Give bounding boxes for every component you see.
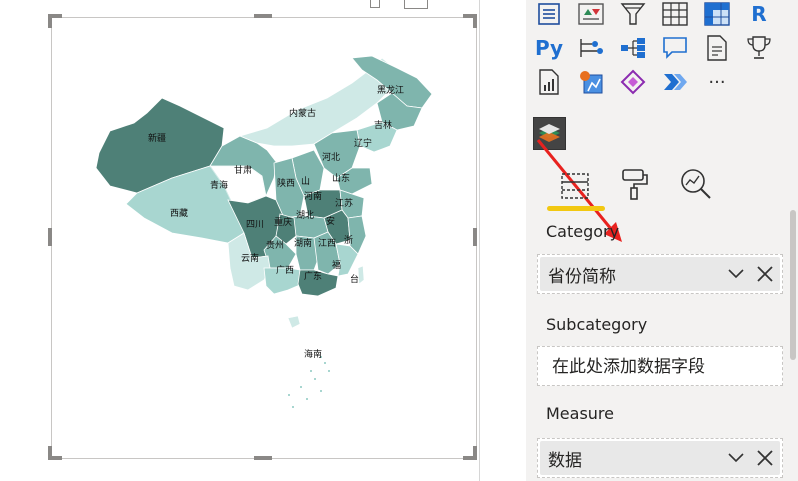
measure-label: Measure — [546, 404, 614, 423]
chevron-down-icon[interactable] — [728, 268, 744, 280]
tab-active-indicator — [547, 206, 605, 211]
resize-handle-bl-v[interactable] — [48, 446, 52, 460]
report-icon[interactable] — [535, 68, 563, 96]
subcategory-well[interactable]: 在此处添加数据字段 — [537, 346, 783, 386]
measure-field-chip[interactable]: 数据 — [540, 441, 780, 475]
decomposition-tree-icon[interactable] — [577, 34, 605, 62]
label-shanxi: 山 — [301, 176, 310, 187]
trophy-icon[interactable] — [745, 34, 773, 62]
label-taiwan: 台 — [350, 273, 359, 285]
resize-handle-top[interactable] — [254, 14, 272, 18]
label-jiangxi: 江西 — [318, 238, 336, 249]
label-qinghai: 青海 — [210, 179, 228, 191]
map-visual[interactable]: 新疆 内蒙古 黑龙江 吉林 辽宁 甘肃 青海 西藏 河北 山 陕西 山东 河南 … — [51, 17, 477, 459]
pane-scrollbar[interactable] — [790, 210, 796, 360]
resize-handle-tr-v[interactable] — [473, 14, 477, 28]
matrix-icon[interactable] — [703, 0, 731, 28]
measure-well[interactable]: 数据 — [537, 438, 783, 478]
qna-icon[interactable] — [661, 34, 689, 62]
tab-fields[interactable] — [557, 168, 593, 204]
hierarchy-icon[interactable] — [619, 34, 647, 62]
label-xizang: 西藏 — [170, 207, 188, 219]
grid-icon[interactable] — [661, 0, 689, 28]
map-custom-icon[interactable] — [577, 68, 605, 96]
kpi-icon[interactable] — [577, 0, 605, 28]
analytics-icon — [681, 169, 711, 199]
tab-analytics[interactable] — [678, 166, 714, 202]
label-neimenggu: 内蒙古 — [289, 107, 316, 119]
label-anhui: 安 — [326, 215, 335, 227]
label-shaanxi: 陕西 — [277, 177, 295, 189]
label-guizhou: 贵州 — [266, 239, 284, 251]
category-field-chip[interactable]: 省份简称 — [540, 257, 780, 291]
resize-handle-left[interactable] — [48, 228, 52, 246]
power-apps-icon[interactable] — [619, 68, 647, 96]
resize-handle-bottom[interactable] — [254, 456, 272, 460]
label-zhejiang: 浙 — [344, 234, 353, 246]
label-jilin: 吉林 — [374, 119, 392, 131]
chevron-down-icon[interactable] — [728, 452, 744, 464]
category-well[interactable]: 省份简称 — [537, 254, 783, 294]
label-hubei: 湖北 — [296, 210, 314, 221]
close-icon[interactable] — [756, 265, 774, 283]
label-heilongjiang: 黑龙江 — [377, 84, 404, 96]
focus-mode-icon[interactable] — [370, 0, 380, 8]
panel-gap — [480, 0, 526, 481]
label-gansu: 甘肃 — [234, 164, 252, 176]
python-icon[interactable]: Py — [535, 34, 563, 62]
label-fujian: 福 — [332, 259, 341, 271]
label-hebei: 河北 — [322, 151, 340, 163]
subcategory-label: Subcategory — [546, 315, 648, 334]
resize-handle-br-v[interactable] — [473, 446, 477, 460]
label-xinjiang: 新疆 — [148, 132, 166, 144]
label-yunnan: 云南 — [241, 252, 259, 264]
china-map: 新疆 内蒙古 黑龙江 吉林 辽宁 甘肃 青海 西藏 河北 山 陕西 山东 河南 … — [95, 55, 433, 408]
label-shandong: 山东 — [332, 172, 350, 184]
subcategory-placeholder: 在此处添加数据字段 — [552, 357, 705, 377]
paint-roller-icon — [622, 169, 648, 200]
resize-handle-tl-v[interactable] — [48, 14, 52, 28]
close-icon[interactable] — [756, 449, 774, 467]
label-jiangsu: 江苏 — [335, 197, 353, 209]
more-options-icon[interactable] — [404, 0, 428, 9]
fields-icon — [561, 173, 589, 199]
filter-icon[interactable] — [619, 0, 647, 28]
measure-field-name: 数据 — [548, 451, 582, 471]
category-field-name: 省份简称 — [548, 267, 616, 287]
label-hainan: 海南 — [304, 348, 322, 360]
south-sea-islands — [288, 356, 330, 408]
tab-format[interactable] — [617, 166, 653, 202]
label-liaoning: 辽宁 — [354, 137, 372, 149]
label-chongqing: 重庆 — [274, 216, 292, 228]
power-automate-icon[interactable] — [661, 68, 689, 96]
label-guangxi: 广西 — [276, 264, 294, 276]
label-henan: 河南 — [304, 190, 322, 202]
label-sichuan: 四川 — [246, 220, 264, 230]
paginated-report-icon[interactable] — [703, 34, 731, 62]
table-icon[interactable] — [535, 0, 563, 28]
region-hainan — [287, 315, 301, 329]
label-guangdong: 广东 — [304, 270, 322, 282]
more-icon[interactable]: ··· — [703, 68, 731, 96]
category-label: Category — [546, 222, 620, 241]
r-script-icon[interactable]: R — [745, 0, 773, 28]
resize-handle-right[interactable] — [473, 228, 477, 246]
label-hunan: 湖南 — [294, 237, 312, 249]
